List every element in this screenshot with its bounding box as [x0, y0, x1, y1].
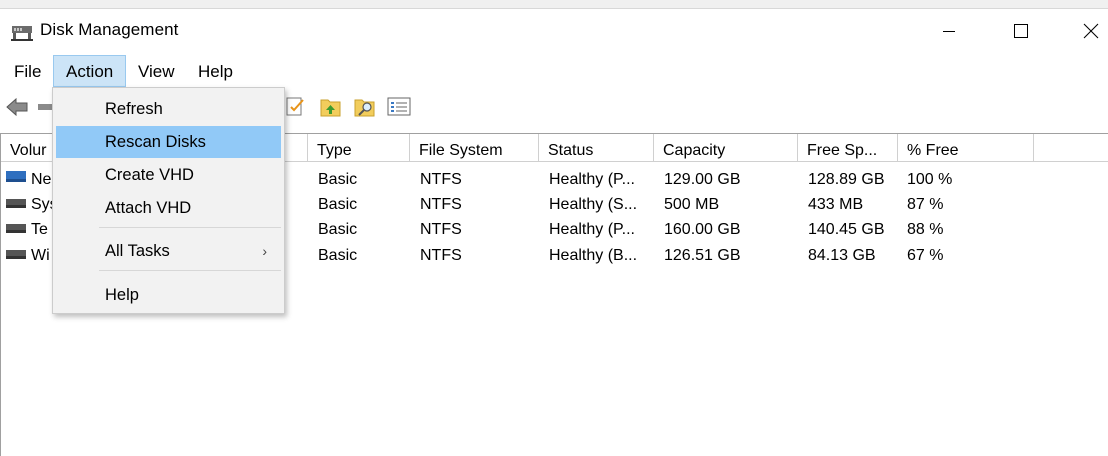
row-capacity: 500 MB — [664, 196, 720, 213]
column-header-type[interactable]: Type — [308, 134, 410, 162]
action-menu-dropdown: Refresh Rescan Disks Create VHD Attach V… — [52, 87, 285, 314]
menu-separator — [99, 270, 281, 271]
row-type: Basic — [318, 221, 358, 238]
window-title: Disk Management — [40, 20, 179, 39]
column-header-file-system[interactable]: File System — [410, 134, 539, 162]
menu-action[interactable]: Action — [53, 55, 126, 87]
submenu-arrow-icon: › — [262, 243, 267, 259]
volume-disk-icon — [6, 170, 26, 182]
menu-item-create-vhd[interactable]: Create VHD — [56, 159, 281, 191]
row-status: Healthy (P... — [549, 171, 635, 188]
checklist-icon[interactable] — [286, 96, 308, 118]
maximize-button[interactable] — [998, 9, 1044, 53]
maximize-icon — [1014, 24, 1028, 38]
folder-up-icon[interactable] — [320, 96, 342, 118]
close-icon — [1083, 23, 1099, 39]
back-arrow-icon[interactable] — [5, 97, 28, 119]
row-file-system: NTFS — [420, 196, 462, 213]
volume-disk-icon — [6, 196, 26, 208]
menu-bar: File Action View Help — [0, 55, 1108, 87]
volume-disk-icon — [6, 221, 26, 233]
row-file-system: NTFS — [420, 221, 462, 238]
row-status: Healthy (P... — [549, 221, 635, 238]
volume-disk-icon — [6, 247, 26, 259]
row-type: Basic — [318, 171, 358, 188]
column-header-filler — [1034, 134, 1108, 162]
folder-search-icon[interactable] — [354, 96, 376, 118]
row-percent-free: 88 % — [907, 221, 944, 238]
row-file-system: NTFS — [420, 247, 462, 264]
row-free-space: 84.13 GB — [808, 247, 876, 264]
column-header-percent-free[interactable]: % Free — [898, 134, 1034, 162]
minimize-icon — [943, 31, 955, 32]
disk-management-icon — [11, 22, 33, 42]
minimize-button[interactable] — [926, 9, 972, 53]
row-status: Healthy (B... — [549, 247, 638, 264]
menu-item-all-tasks[interactable]: All Tasks › — [56, 235, 281, 267]
row-volume[interactable]: Te — [31, 221, 48, 239]
row-capacity: 160.00 GB — [664, 221, 741, 238]
row-free-space: 433 MB — [808, 196, 864, 213]
row-percent-free: 100 % — [907, 171, 953, 188]
close-button[interactable] — [1068, 9, 1108, 53]
row-percent-free: 87 % — [907, 196, 944, 213]
row-status: Healthy (S... — [549, 196, 638, 213]
row-type: Basic — [318, 196, 358, 213]
row-capacity: 126.51 GB — [664, 247, 741, 264]
row-file-system: NTFS — [420, 171, 462, 188]
menu-item-rescan-disks[interactable]: Rescan Disks — [56, 126, 281, 158]
column-header-capacity[interactable]: Capacity — [654, 134, 798, 162]
menu-help[interactable]: Help — [186, 55, 245, 87]
row-free-space: 140.45 GB — [808, 221, 885, 238]
menu-separator — [99, 227, 281, 228]
column-header-free-space[interactable]: Free Sp... — [798, 134, 898, 162]
column-header-status[interactable]: Status — [539, 134, 654, 162]
menu-item-label: All Tasks — [105, 242, 170, 260]
row-volume[interactable]: Wi — [31, 247, 50, 265]
menu-item-refresh[interactable]: Refresh — [56, 93, 281, 125]
row-free-space: 128.89 GB — [808, 171, 885, 188]
row-type: Basic — [318, 247, 358, 264]
menu-item-attach-vhd[interactable]: Attach VHD — [56, 192, 281, 224]
menu-view[interactable]: View — [126, 55, 187, 87]
properties-list-icon[interactable] — [387, 96, 411, 118]
top-strip — [0, 0, 1108, 9]
row-capacity: 129.00 GB — [664, 171, 741, 188]
row-percent-free: 67 % — [907, 247, 944, 264]
menu-item-help[interactable]: Help — [56, 279, 281, 311]
menu-file[interactable]: File — [2, 55, 53, 87]
row-volume[interactable]: Ne — [31, 171, 51, 189]
